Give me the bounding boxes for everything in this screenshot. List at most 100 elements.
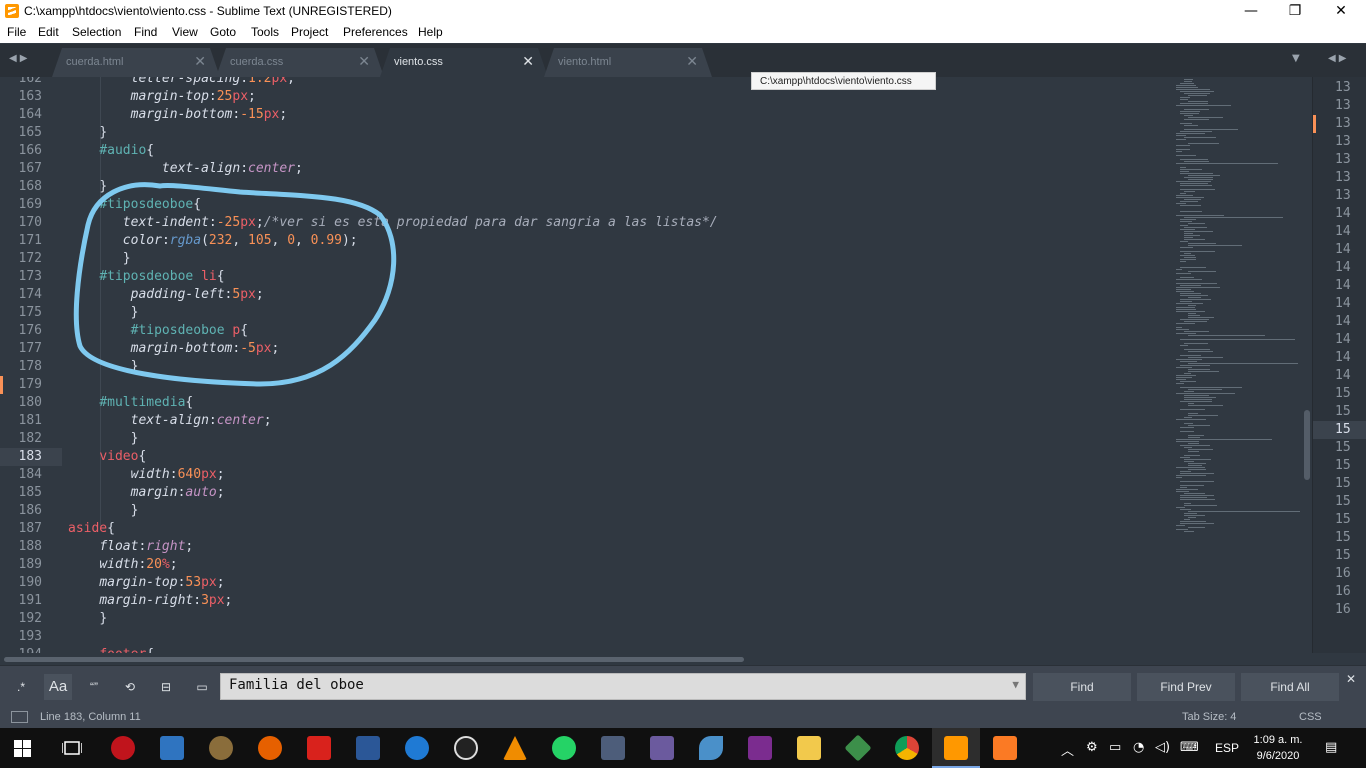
close-window-button[interactable]: ✕: [1318, 0, 1364, 23]
wrap-toggle[interactable]: ⟲: [116, 674, 144, 700]
code-line[interactable]: video{: [68, 449, 146, 464]
tab-size[interactable]: Tab Size: 4: [1182, 711, 1236, 723]
highlight-matches-toggle[interactable]: ▭: [188, 674, 216, 700]
panel-toggle-icon[interactable]: [11, 711, 28, 723]
code-editor[interactable]: letter-spacing:1.2px; margin-top:25px; m…: [62, 77, 1172, 653]
menu-project[interactable]: Project: [291, 25, 328, 39]
tab-viento-html[interactable]: viento.html ✕: [544, 48, 712, 77]
vlc-icon[interactable]: [503, 736, 527, 760]
menu-selection[interactable]: Selection: [72, 25, 121, 39]
code-line[interactable]: }: [68, 125, 107, 140]
code-line[interactable]: aside{: [68, 521, 115, 536]
code-line[interactable]: text-align:center;: [68, 161, 303, 176]
code-line[interactable]: margin-top:25px;: [68, 89, 256, 104]
tab-close-icon[interactable]: ✕: [194, 53, 206, 70]
code-line[interactable]: color:rgba(232, 105, 0, 0.99);: [68, 233, 358, 248]
paint-icon[interactable]: [209, 736, 233, 760]
find-prev-button[interactable]: Find Prev: [1137, 673, 1235, 701]
code-line[interactable]: margin-bottom:-15px;: [68, 107, 288, 122]
code-line[interactable]: padding-left:5px;: [68, 287, 264, 302]
notifications-icon[interactable]: ▤: [1325, 740, 1337, 755]
code-line[interactable]: }: [68, 611, 107, 626]
tab-cuerda-html[interactable]: cuerda.html ✕: [52, 48, 220, 77]
tab-list-dropdown-icon[interactable]: ▼: [1292, 53, 1303, 64]
find-input[interactable]: Familia del oboe ▼: [220, 673, 1026, 700]
menu-goto[interactable]: Goto: [210, 25, 236, 39]
code-line[interactable]: margin-bottom:-5px;: [68, 341, 280, 356]
code-line[interactable]: #tiposdeoboe li{: [68, 269, 224, 284]
code-line[interactable]: }: [68, 305, 139, 320]
code-line[interactable]: }: [68, 503, 139, 518]
find-history-dropdown-icon[interactable]: ▼: [1012, 678, 1019, 691]
volume-icon[interactable]: ◁): [1155, 740, 1170, 755]
code-line[interactable]: width:640px;: [68, 467, 225, 482]
case-sensitive-toggle[interactable]: Aa: [44, 674, 72, 700]
tab-viento-css[interactable]: viento.css ✕: [380, 48, 548, 77]
menu-edit[interactable]: Edit: [38, 25, 59, 39]
find-all-button[interactable]: Find All: [1241, 673, 1339, 701]
menu-find[interactable]: Find: [134, 25, 157, 39]
syntax-mode[interactable]: CSS: [1299, 711, 1322, 723]
code-line[interactable]: text-align:center;: [68, 413, 272, 428]
code-line[interactable]: margin-right:3px;: [68, 593, 232, 608]
code-line[interactable]: float:right;: [68, 539, 193, 554]
edge-icon[interactable]: [405, 736, 429, 760]
minimap[interactable]: [1172, 77, 1306, 653]
dwp-icon[interactable]: [650, 736, 674, 760]
settings-tray-icon[interactable]: ⚙: [1086, 740, 1098, 755]
mail-icon[interactable]: [160, 736, 184, 760]
tab-cuerda-css[interactable]: cuerda.css ✕: [216, 48, 384, 77]
tab-scroll-arrows-icon[interactable]: ◀▶: [9, 53, 30, 64]
code-line[interactable]: #tiposdeoboe{: [68, 197, 201, 212]
code-line[interactable]: width:20%;: [68, 557, 177, 572]
code-line[interactable]: #multimedia{: [68, 395, 193, 410]
sublime-text-taskbar-icon[interactable]: [944, 736, 968, 760]
menu-help[interactable]: Help: [418, 25, 443, 39]
firefox-icon[interactable]: [258, 736, 282, 760]
maximize-button[interactable]: ❐: [1272, 0, 1318, 23]
menu-file[interactable]: File: [7, 25, 26, 39]
chrome-icon[interactable]: [895, 736, 919, 760]
whole-word-toggle[interactable]: “”: [80, 674, 108, 700]
in-selection-toggle[interactable]: ⊟: [152, 674, 180, 700]
code-line[interactable]: #audio{: [68, 143, 154, 158]
acrobat-icon[interactable]: [307, 736, 331, 760]
code-line[interactable]: text-indent:-25px;/*ver si es esta propi…: [68, 215, 718, 230]
language-indicator[interactable]: ESP: [1215, 741, 1239, 755]
find-button[interactable]: Find: [1033, 673, 1131, 701]
music-icon[interactable]: [748, 736, 772, 760]
tab-close-icon[interactable]: ✕: [522, 53, 534, 70]
system-clock[interactable]: 1:09 a. m. 9/6/2020: [1248, 732, 1308, 764]
code-line[interactable]: margin-top:53px;: [68, 575, 224, 590]
close-find-panel-icon[interactable]: ✕: [1342, 670, 1360, 688]
code-line[interactable]: }: [68, 251, 131, 266]
code-line[interactable]: }: [68, 431, 139, 446]
horizontal-scrollbar-thumb[interactable]: [4, 657, 744, 662]
task-view-icon[interactable]: [62, 740, 82, 756]
wifi-icon[interactable]: ◔: [1133, 740, 1144, 755]
windows-start-icon[interactable]: [14, 740, 31, 757]
keyboard-icon[interactable]: ⌨: [1180, 740, 1199, 755]
minimize-button[interactable]: —: [1228, 0, 1274, 23]
code-line[interactable]: #tiposdeoboe p{: [68, 323, 248, 338]
whatsapp-icon[interactable]: [552, 736, 576, 760]
regex-toggle[interactable]: .*: [8, 674, 34, 700]
feather-icon[interactable]: [699, 736, 723, 760]
show-hidden-icons-chevron-icon[interactable]: ︿: [1061, 740, 1074, 759]
opera-icon[interactable]: [111, 736, 135, 760]
media-player-icon[interactable]: [454, 736, 478, 760]
split-tab-arrows-icon[interactable]: ◀▶: [1328, 53, 1349, 64]
file-explorer-icon[interactable]: [797, 736, 821, 760]
git-tool-icon[interactable]: [844, 734, 872, 762]
code-line[interactable]: letter-spacing:1.2px;: [68, 77, 295, 86]
vertical-scrollbar-thumb[interactable]: [1304, 410, 1310, 480]
tab-close-icon[interactable]: ✕: [686, 53, 698, 70]
code-line[interactable]: }: [68, 179, 107, 194]
code-line[interactable]: }: [68, 359, 139, 374]
word-icon[interactable]: [356, 736, 380, 760]
menu-tools[interactable]: Tools: [251, 25, 279, 39]
tab-close-icon[interactable]: ✕: [358, 53, 370, 70]
xampp-icon[interactable]: [993, 736, 1017, 760]
battery-icon[interactable]: ▭: [1109, 740, 1121, 755]
code-line[interactable]: margin:auto;: [68, 485, 225, 500]
